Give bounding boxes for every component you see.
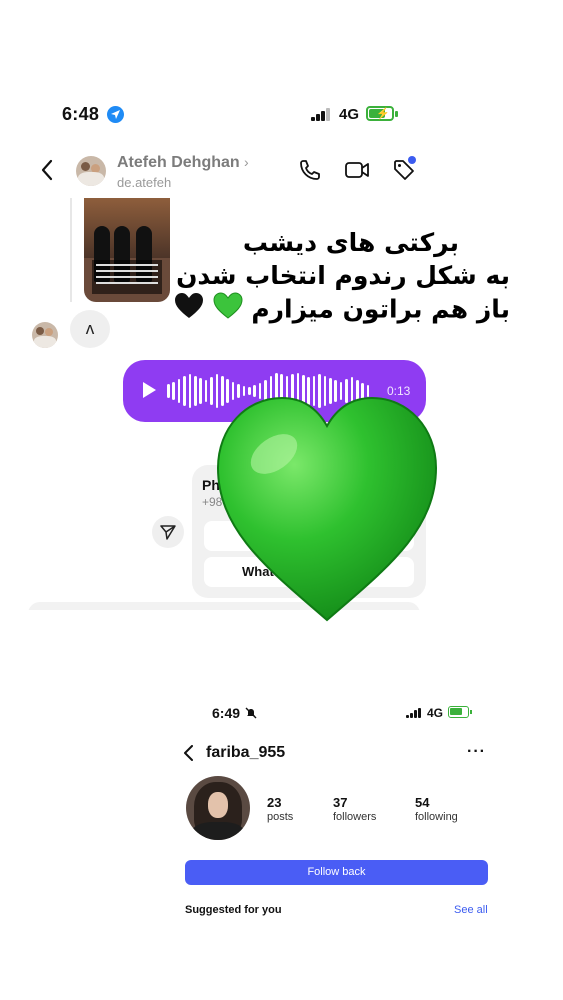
see-all-link[interactable]: See all (454, 904, 488, 916)
notification-dot (408, 156, 416, 164)
stat-posts[interactable]: 23 posts (267, 795, 293, 823)
stat-value: 23 (267, 795, 282, 810)
stat-value: 54 (415, 795, 430, 810)
avatar[interactable] (76, 156, 106, 186)
location-icon (107, 106, 124, 123)
stat-label: posts (267, 811, 294, 823)
stat-value: 37 (333, 795, 348, 810)
profile-screenshot: 6:49 4G fariba_955 ··· 23 posts 37 follo… (174, 691, 501, 922)
stat-followers[interactable]: 37 followers (333, 795, 376, 823)
status-bar: 6:48 4G ⚡ (14, 88, 434, 140)
caption-line-3: باز هم براتون میزارم (251, 294, 510, 324)
profile-avatar[interactable] (186, 776, 250, 840)
video-call-icon[interactable] (344, 159, 370, 186)
chat-header: Atefeh Dehghan › de.atefeh (14, 144, 434, 198)
waveform-bar (177, 379, 181, 403)
waveform-bar (194, 376, 197, 406)
battery-cap (470, 710, 472, 714)
follow-back-button[interactable]: Follow back (185, 860, 488, 885)
waveform-bar (188, 374, 192, 408)
waveform-bar (167, 384, 170, 398)
bell-muted-icon (245, 706, 257, 724)
profile-username: fariba_955 (206, 744, 286, 761)
waveform-bar (183, 376, 186, 406)
green-heart-icon (213, 292, 243, 329)
shared-post-thumbnail[interactable] (84, 198, 170, 302)
contact-name[interactable]: Atefeh Dehghan (117, 154, 240, 172)
signal-icon (406, 708, 421, 718)
caption-line-3-row: باز هم براتون میزارم (174, 292, 510, 329)
caption-line-1: برکتی های دیشب (242, 228, 460, 257)
waveform-bar (172, 382, 175, 400)
network-label: 4G (427, 706, 444, 720)
status-time: 6:49 (212, 705, 241, 721)
avatar[interactable] (32, 322, 58, 348)
stat-label: followers (333, 811, 377, 823)
network-label: 4G (339, 106, 360, 123)
battery-icon (448, 706, 469, 718)
reply-line (70, 198, 72, 302)
battery-icon: ⚡ (366, 106, 394, 121)
battery-cap (395, 111, 398, 117)
phone-icon[interactable] (298, 158, 322, 187)
send-icon (160, 525, 176, 540)
share-button[interactable] (152, 516, 184, 548)
caption-line-2: به شکل رندوم انتخاب شدن (176, 261, 510, 290)
message-bubble[interactable]: ʌ (70, 310, 110, 348)
waveform-bar (204, 380, 208, 402)
stat-label: following (415, 811, 458, 823)
story-page: 6:48 4G ⚡ Atefeh Dehghan › de.atefeh ʌ 0… (0, 0, 563, 1000)
suggested-heading: Suggested for you (185, 904, 282, 916)
back-icon[interactable] (183, 745, 195, 766)
chevron-right-icon: › (244, 154, 249, 170)
story-caption: برکتی های دیشب به شکل رندوم انتخاب شدن ب… (174, 226, 510, 329)
waveform-bar (199, 378, 202, 404)
green-heart-sticker[interactable] (212, 392, 442, 624)
black-heart-icon (174, 292, 204, 329)
more-options-icon[interactable]: ··· (467, 743, 486, 761)
back-icon[interactable] (40, 159, 54, 186)
status-time: 6:48 (62, 104, 100, 124)
play-icon[interactable] (141, 381, 157, 404)
signal-icon (311, 108, 331, 121)
stat-following[interactable]: 54 following (415, 795, 458, 823)
contact-handle: de.atefeh (117, 175, 172, 190)
